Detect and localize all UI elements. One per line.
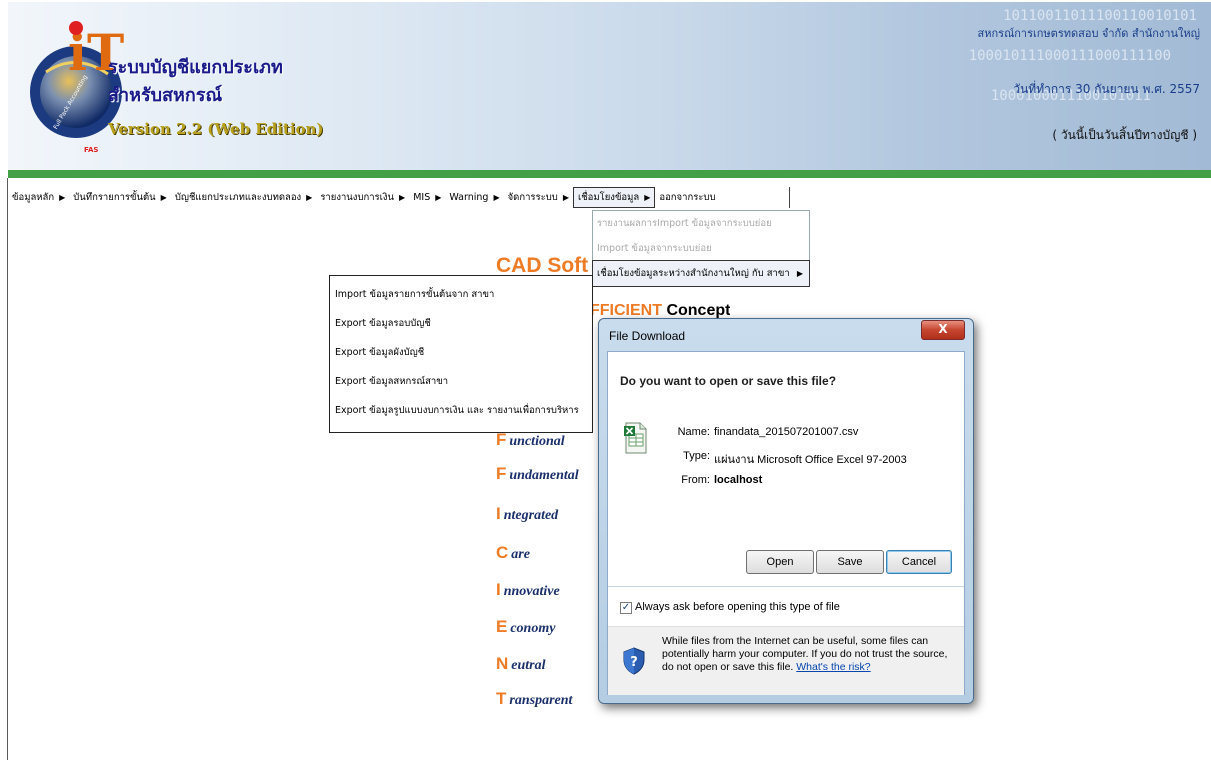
arrow-right-icon: ▶ <box>644 193 651 202</box>
concept-word: Functional <box>496 430 565 449</box>
menu-item-data-link[interactable]: เชื่อมโยงข้อมูล ▶ <box>572 187 656 208</box>
file-name-value: finandata_201507201007.csv <box>714 426 859 438</box>
menu-item-mis[interactable]: MIS ▶ <box>409 187 445 208</box>
concept-word: Transparent <box>496 689 573 708</box>
concept-word: Innovative <box>496 580 560 599</box>
menu-item-ledger[interactable]: บัญชีแยกประเภทและงบทดลอง ▶ <box>171 187 317 208</box>
concept-word: Economy <box>496 617 556 636</box>
concept-heading: FFICIENT Concept <box>590 302 730 318</box>
svg-text:?: ? <box>630 655 638 670</box>
system-title: ระบบบัญชีแยกประเภท <box>108 57 283 78</box>
concept-word: Neutral <box>496 654 546 673</box>
version-label: Version 2.2 (Web Edition) <box>108 120 324 138</box>
menu-item-financial-reports[interactable]: รายงานงบการเงิน ▶ <box>316 187 409 208</box>
menu-item-logout[interactable]: ออกจากระบบ <box>655 187 719 208</box>
dialog-body: Do you want to open or save this file? N… <box>607 351 965 695</box>
work-date: วันที่ทำการ 30 กันยายน พ.ศ. 2557 <box>1013 82 1200 96</box>
submenu-item-hq-branch-link[interactable]: เชื่อมโยงข้อมูลระหว่างสำนักงานใหญ่ กับ ส… <box>592 260 810 287</box>
shield-question-icon: ? <box>623 647 645 675</box>
menu-item-system-admin[interactable]: จัดการระบบ ▶ <box>504 187 573 208</box>
close-button[interactable]: X <box>921 320 965 340</box>
arrow-right-icon: ▶ <box>160 193 167 202</box>
cancel-button[interactable]: Cancel <box>886 550 952 574</box>
flyout-item-export-fiscal-period[interactable]: Export ข้อมูลรอบบัญชี <box>330 309 592 338</box>
svg-text:FAS: FAS <box>84 146 98 154</box>
main-menu: ข้อมูลหลัก ▶ บันทึกรายการขั้นต้น ▶ บัญชีแย… <box>8 187 791 208</box>
always-ask-checkbox[interactable]: ✓ <box>620 602 632 614</box>
file-type-value: แผ่นงาน Microsoft Office Excel 97-2003 <box>714 454 907 466</box>
arrow-right-icon: ▶ <box>399 193 406 202</box>
dialog-divider <box>608 586 964 587</box>
arrow-right-icon: ▶ <box>59 193 66 202</box>
menu-item-warning[interactable]: Warning ▶ <box>445 187 503 208</box>
submenu-item-import-report[interactable]: รายงานผลการImport ข้อมูลจากระบบย่อย <box>593 211 809 236</box>
dialog-question: Do you want to open or save this file? <box>620 374 837 388</box>
hq-branch-flyout-menu: Import ข้อมูลรายการขั้นต้นจาก สาขา Expor… <box>329 275 593 433</box>
save-button[interactable]: Save <box>816 550 884 574</box>
arrow-right-icon: ▶ <box>306 193 313 202</box>
whats-the-risk-link[interactable]: What's the risk? <box>796 661 870 673</box>
flyout-item-export-chart-of-accounts[interactable]: Export ข้อมูลผังบัญชี <box>330 338 592 367</box>
header-binary-decoration: 10110011011100110010101 <box>1003 8 1197 24</box>
file-type-label: Type: <box>683 450 710 462</box>
submenu-item-import-subsystem[interactable]: Import ข้อมูลจากระบบย่อย <box>593 236 809 261</box>
arrow-right-icon: ▶ <box>796 269 803 278</box>
menu-end-spacer <box>719 187 791 208</box>
excel-file-icon <box>624 422 647 454</box>
app-header: 10110011011100110010101 1000101110001110… <box>8 2 1211 170</box>
dialog-title: File Download <box>609 329 686 343</box>
open-button[interactable]: Open <box>746 550 814 574</box>
arrow-right-icon: ▶ <box>493 193 500 202</box>
arrow-right-icon: ▶ <box>562 193 569 202</box>
file-from-value: localhost <box>714 474 763 486</box>
file-download-dialog: File Download X Do you want to open or s… <box>598 318 974 704</box>
always-ask-label[interactable]: Always ask before opening this type of f… <box>635 601 840 613</box>
concept-word: Integrated <box>496 504 559 523</box>
security-warning: ? While files from the Internet can be u… <box>608 626 964 695</box>
header-divider <box>8 170 1211 178</box>
flyout-item-export-branch-coop[interactable]: Export ข้อมูลสหกรณ์สาขา <box>330 367 592 396</box>
header-binary-decoration: 100010111000111000111100 <box>968 48 1171 64</box>
cad-title: CAD Soft <box>496 254 589 275</box>
concept-word: Care <box>496 543 530 562</box>
file-from-label: From: <box>681 474 710 486</box>
cooperative-name: สหกรณ์การเกษตรทดสอบ จำกัด สำนักงานใหญ่ <box>977 27 1200 40</box>
menu-item-master-data[interactable]: ข้อมูลหลัก ▶ <box>8 187 69 208</box>
file-name-label: Name: <box>677 426 710 438</box>
concept-word: Fundamental <box>496 464 579 483</box>
menu-item-initial-entries[interactable]: บันทึกรายการขั้นต้น ▶ <box>69 187 171 208</box>
warning-text: While files from the Internet can be use… <box>662 635 948 673</box>
data-link-submenu: รายงานผลการImport ข้อมูลจากระบบย่อย Impo… <box>592 210 810 287</box>
flyout-item-import-branch-entries[interactable]: Import ข้อมูลรายการขั้นต้นจาก สาขา <box>330 280 592 309</box>
fiscal-period-note: ( วันนี้เป็นวันสิ้นปีทางบัญชี ) <box>1052 128 1197 142</box>
page-border <box>7 178 8 760</box>
flyout-item-export-statement-format[interactable]: Export ข้อมูลรูปแบบงบการเงิน และ รายงานเ… <box>330 396 592 425</box>
arrow-right-icon: ▶ <box>435 193 442 202</box>
system-subtitle: สำหรับสหกรณ์ <box>108 85 223 106</box>
